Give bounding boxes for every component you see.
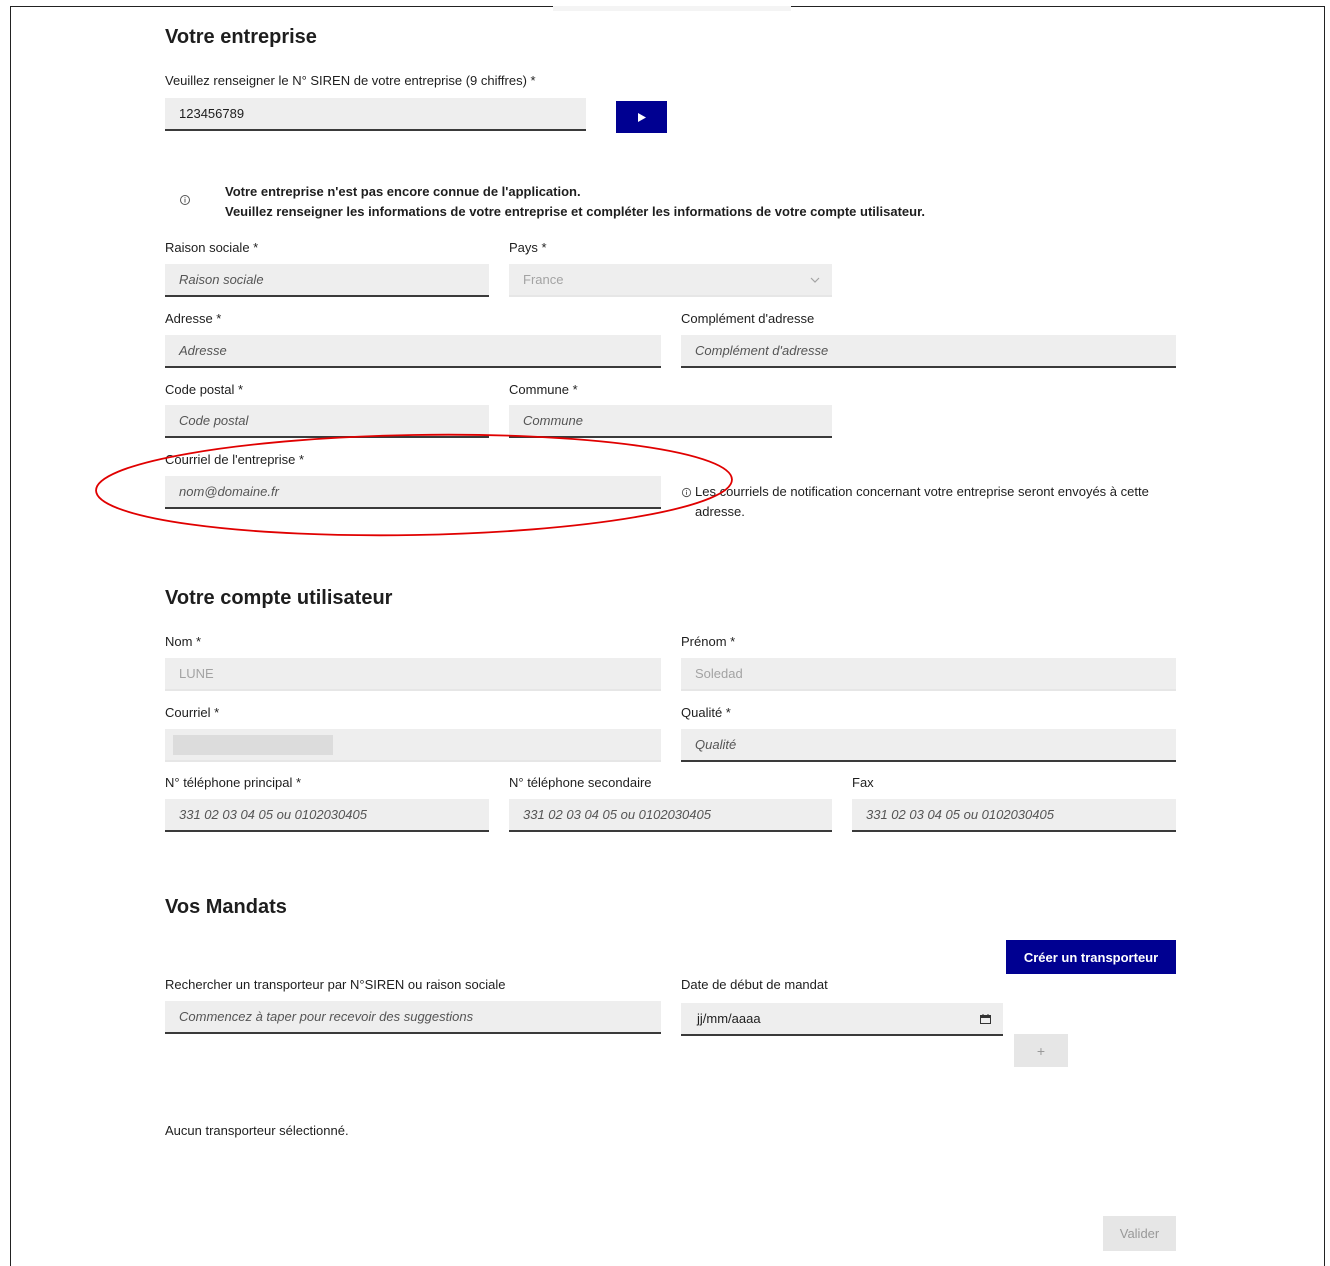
tel1-label: N° téléphone principal * <box>165 775 302 790</box>
complement-placeholder: Complément d'adresse <box>695 343 829 358</box>
tel1-placeholder: 331 02 03 04 05 ou 0102030405 <box>179 807 367 822</box>
commune-placeholder: Commune <box>523 413 583 428</box>
code-postal-input[interactable]: Code postal <box>165 405 489 438</box>
courriel-label: Courriel * <box>165 705 220 720</box>
code-postal-placeholder: Code postal <box>179 413 249 428</box>
complement-input[interactable]: Complément d'adresse <box>681 335 1176 368</box>
company-email-label: Courriel de l'entreprise * <box>165 452 305 467</box>
info-icon <box>179 193 191 211</box>
chevron-down-icon <box>810 277 820 283</box>
nom-input[interactable]: LUNE <box>165 658 661 691</box>
company-email-input[interactable]: nom@domaine.fr <box>165 476 661 509</box>
courriel-input[interactable] <box>165 729 661 762</box>
nom-label: Nom * <box>165 634 202 649</box>
prenom-label: Prénom * <box>681 634 736 649</box>
page-frame <box>10 6 1325 1266</box>
fax-label: Fax <box>852 775 874 790</box>
info-message-line2: Veuillez renseigner les informations de … <box>225 204 926 219</box>
qualite-input[interactable]: Qualité <box>681 729 1176 762</box>
prenom-input[interactable]: Soledad <box>681 658 1176 691</box>
search-transporter-input[interactable]: Commencez à taper pour recevoir des sugg… <box>165 1001 661 1034</box>
siren-input[interactable]: 123456789 <box>165 98 586 131</box>
qualite-label: Qualité * <box>681 705 731 720</box>
add-mandat-button[interactable]: + <box>1014 1034 1068 1067</box>
company-email-note: Les courriels de notification concernant… <box>695 484 1149 519</box>
siren-value: 123456789 <box>179 106 245 121</box>
email-note-info-icon <box>681 485 692 503</box>
date-debut-input[interactable]: jj/mm/aaaa <box>681 1003 1003 1036</box>
commune-label: Commune * <box>509 382 578 397</box>
mandats-section-title: Vos Mandats <box>165 896 287 918</box>
top-strip <box>553 6 791 11</box>
search-transporter-placeholder: Commencez à taper pour recevoir des sugg… <box>179 1009 474 1024</box>
company-email-placeholder: nom@domaine.fr <box>179 484 279 499</box>
fax-input[interactable]: 331 02 03 04 05 ou 0102030405 <box>852 799 1176 832</box>
pays-value: France <box>523 272 564 287</box>
adresse-label: Adresse * <box>165 311 222 326</box>
raison-sociale-label: Raison sociale * <box>165 240 259 255</box>
commune-input[interactable]: Commune <box>509 405 832 438</box>
tel2-placeholder: 331 02 03 04 05 ou 0102030405 <box>523 807 711 822</box>
validate-button[interactable]: Valider <box>1103 1216 1176 1251</box>
company-section-title: Votre entreprise <box>165 26 317 48</box>
pays-select[interactable]: France <box>509 264 832 297</box>
fax-placeholder: 331 02 03 04 05 ou 0102030405 <box>866 807 1054 822</box>
qualite-placeholder: Qualité <box>695 737 737 752</box>
redacted-email-block <box>173 734 333 755</box>
siren-submit-button[interactable] <box>616 101 667 133</box>
empty-transporter-text: Aucun transporteur sélectionné. <box>165 1123 349 1138</box>
code-postal-label: Code postal * <box>165 382 244 397</box>
nom-value: LUNE <box>179 666 214 681</box>
raison-sociale-placeholder: Raison sociale <box>179 272 264 287</box>
tel1-input[interactable]: 331 02 03 04 05 ou 0102030405 <box>165 799 489 832</box>
search-transporter-label: Rechercher un transporteur par N°SIREN o… <box>165 977 506 992</box>
tel2-label: N° téléphone secondaire <box>509 775 652 790</box>
prenom-value: Soledad <box>695 666 743 681</box>
tel2-input[interactable]: 331 02 03 04 05 ou 0102030405 <box>509 799 832 832</box>
raison-sociale-input[interactable]: Raison sociale <box>165 264 489 297</box>
date-debut-placeholder: jj/mm/aaaa <box>697 1011 761 1026</box>
pays-label: Pays * <box>509 240 547 255</box>
create-transporter-button[interactable]: Créer un transporteur <box>1006 940 1176 974</box>
complement-label: Complément d'adresse <box>681 311 815 326</box>
siren-label: Veuillez renseigner le N° SIREN de votre… <box>165 73 536 88</box>
adresse-placeholder: Adresse <box>179 343 227 358</box>
date-debut-label: Date de début de mandat <box>681 977 828 992</box>
info-message-line1: Votre entreprise n'est pas encore connue… <box>225 184 581 199</box>
user-section-title: Votre compte utilisateur <box>165 587 393 609</box>
play-icon <box>637 112 646 122</box>
adresse-input[interactable]: Adresse <box>165 335 661 368</box>
calendar-icon[interactable] <box>980 1013 991 1024</box>
